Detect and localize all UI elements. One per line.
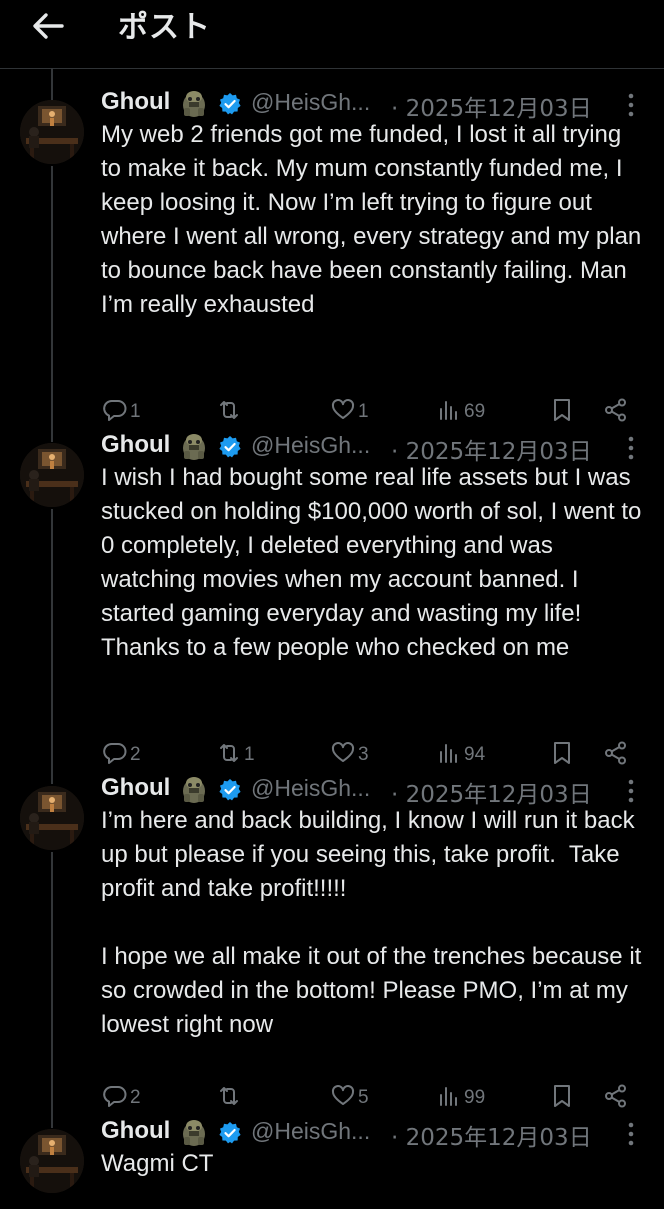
tweet[interactable]: Ghoul @HeisGh... · 2025年12月03日 My web 2 … [0, 88, 664, 430]
like-button[interactable]: 1 [330, 394, 369, 430]
author-handle[interactable]: @HeisGh... [251, 1118, 370, 1145]
author-handle[interactable]: @HeisGh... [251, 775, 370, 802]
bookmark-icon [549, 740, 575, 771]
view-count: 69 [464, 401, 486, 422]
heart-icon [330, 1083, 356, 1114]
tweet-actions: 2 5 99 [0, 1080, 664, 1116]
reply-count: 1 [130, 401, 141, 422]
like-count: 3 [358, 744, 369, 765]
reply-count: 2 [130, 744, 141, 765]
avatar[interactable] [20, 443, 84, 507]
author-handle[interactable]: @HeisGh... [251, 89, 370, 116]
avatar[interactable] [20, 1129, 84, 1193]
tweet-header: Ghoul @HeisGh... · 2025年12月03日 [101, 772, 661, 808]
tweet-text: I wish I had bought some real life asset… [101, 464, 649, 661]
views-chart-icon [436, 1083, 462, 1114]
avatar[interactable] [20, 786, 84, 850]
bookmark-button[interactable] [549, 737, 575, 773]
tweet-header: Ghoul @HeisGh... · 2025年12月03日 [101, 1115, 661, 1151]
share-icon [603, 1083, 629, 1114]
reply-icon [102, 1083, 128, 1114]
author-name[interactable]: Ghoul [101, 431, 170, 459]
tweet-text: Wagmi CT [101, 1150, 214, 1177]
share-button[interactable] [603, 394, 629, 430]
views-button[interactable]: 94 [436, 737, 485, 773]
thread-line [51, 68, 53, 100]
repost-button[interactable] [216, 394, 244, 430]
alien-emoji-icon [179, 774, 209, 804]
like-count: 1 [358, 401, 369, 422]
verified-badge-icon[interactable] [218, 92, 242, 116]
repost-button[interactable]: 1 [216, 737, 255, 773]
views-chart-icon [436, 740, 462, 771]
share-icon [603, 740, 629, 771]
author-name[interactable]: Ghoul [101, 88, 170, 116]
view-count: 94 [464, 744, 486, 765]
like-button[interactable]: 3 [330, 737, 369, 773]
verified-badge-icon[interactable] [218, 778, 242, 802]
tweet-text: My web 2 friends got me funded, I lost i… [101, 121, 648, 318]
reply-icon [102, 397, 128, 428]
verified-badge-icon[interactable] [218, 1121, 242, 1145]
repost-icon [216, 397, 242, 428]
reply-button[interactable]: 2 [102, 737, 141, 773]
avatar[interactable] [20, 100, 84, 164]
like-count: 5 [358, 1087, 369, 1108]
reply-button[interactable]: 1 [102, 394, 141, 430]
arrow-left-icon [33, 13, 64, 39]
author-name[interactable]: Ghoul [101, 1117, 170, 1145]
more-vertical-icon[interactable] [621, 1121, 641, 1147]
bookmark-icon [549, 1083, 575, 1114]
tweet-actions: 1 1 69 [0, 394, 664, 430]
tweet-header: Ghoul @HeisGh... · 2025年12月03日 [101, 86, 661, 122]
tweet[interactable]: Ghoul @HeisGh... · 2025年12月03日 I wish I … [0, 431, 664, 773]
top-bar: ポスト [0, 0, 664, 69]
views-button[interactable]: 99 [436, 1080, 485, 1116]
page-title: ポスト [118, 10, 211, 45]
more-vertical-icon[interactable] [621, 92, 641, 118]
like-button[interactable]: 5 [330, 1080, 369, 1116]
more-vertical-icon[interactable] [621, 778, 641, 804]
alien-emoji-icon [179, 1117, 209, 1147]
alien-emoji-icon [179, 88, 209, 118]
verified-badge-icon[interactable] [218, 435, 242, 459]
view-count: 99 [464, 1087, 486, 1108]
reply-button[interactable]: 2 [102, 1080, 141, 1116]
author-name[interactable]: Ghoul [101, 774, 170, 802]
tweet-header: Ghoul @HeisGh... · 2025年12月03日 [101, 429, 661, 465]
bookmark-icon [549, 397, 575, 428]
tweet-actions: 2 1 3 94 [0, 737, 664, 773]
bookmark-button[interactable] [549, 1080, 575, 1116]
reply-icon [102, 740, 128, 771]
views-chart-icon [436, 397, 462, 428]
share-button[interactable] [603, 737, 629, 773]
tweet[interactable]: Ghoul @HeisGh... · 2025年12月03日 I’m here … [0, 774, 664, 1116]
heart-icon [330, 397, 356, 428]
share-button[interactable] [603, 1080, 629, 1116]
bookmark-button[interactable] [549, 394, 575, 430]
back-button[interactable] [28, 8, 68, 44]
more-vertical-icon[interactable] [621, 435, 641, 461]
heart-icon [330, 740, 356, 771]
author-handle[interactable]: @HeisGh... [251, 432, 370, 459]
alien-emoji-icon [179, 431, 209, 461]
tweet-text: I’m here and back building, I know I wil… [101, 807, 642, 1038]
tweet[interactable]: Ghoul @HeisGh... · 2025年12月03日 Wagmi CT [0, 1117, 664, 1209]
repost-count: 1 [244, 744, 255, 765]
repost-icon [216, 740, 242, 771]
views-button[interactable]: 69 [436, 394, 485, 430]
repost-button[interactable] [216, 1080, 244, 1116]
repost-icon [216, 1083, 242, 1114]
share-icon [603, 397, 629, 428]
reply-count: 2 [130, 1087, 141, 1108]
